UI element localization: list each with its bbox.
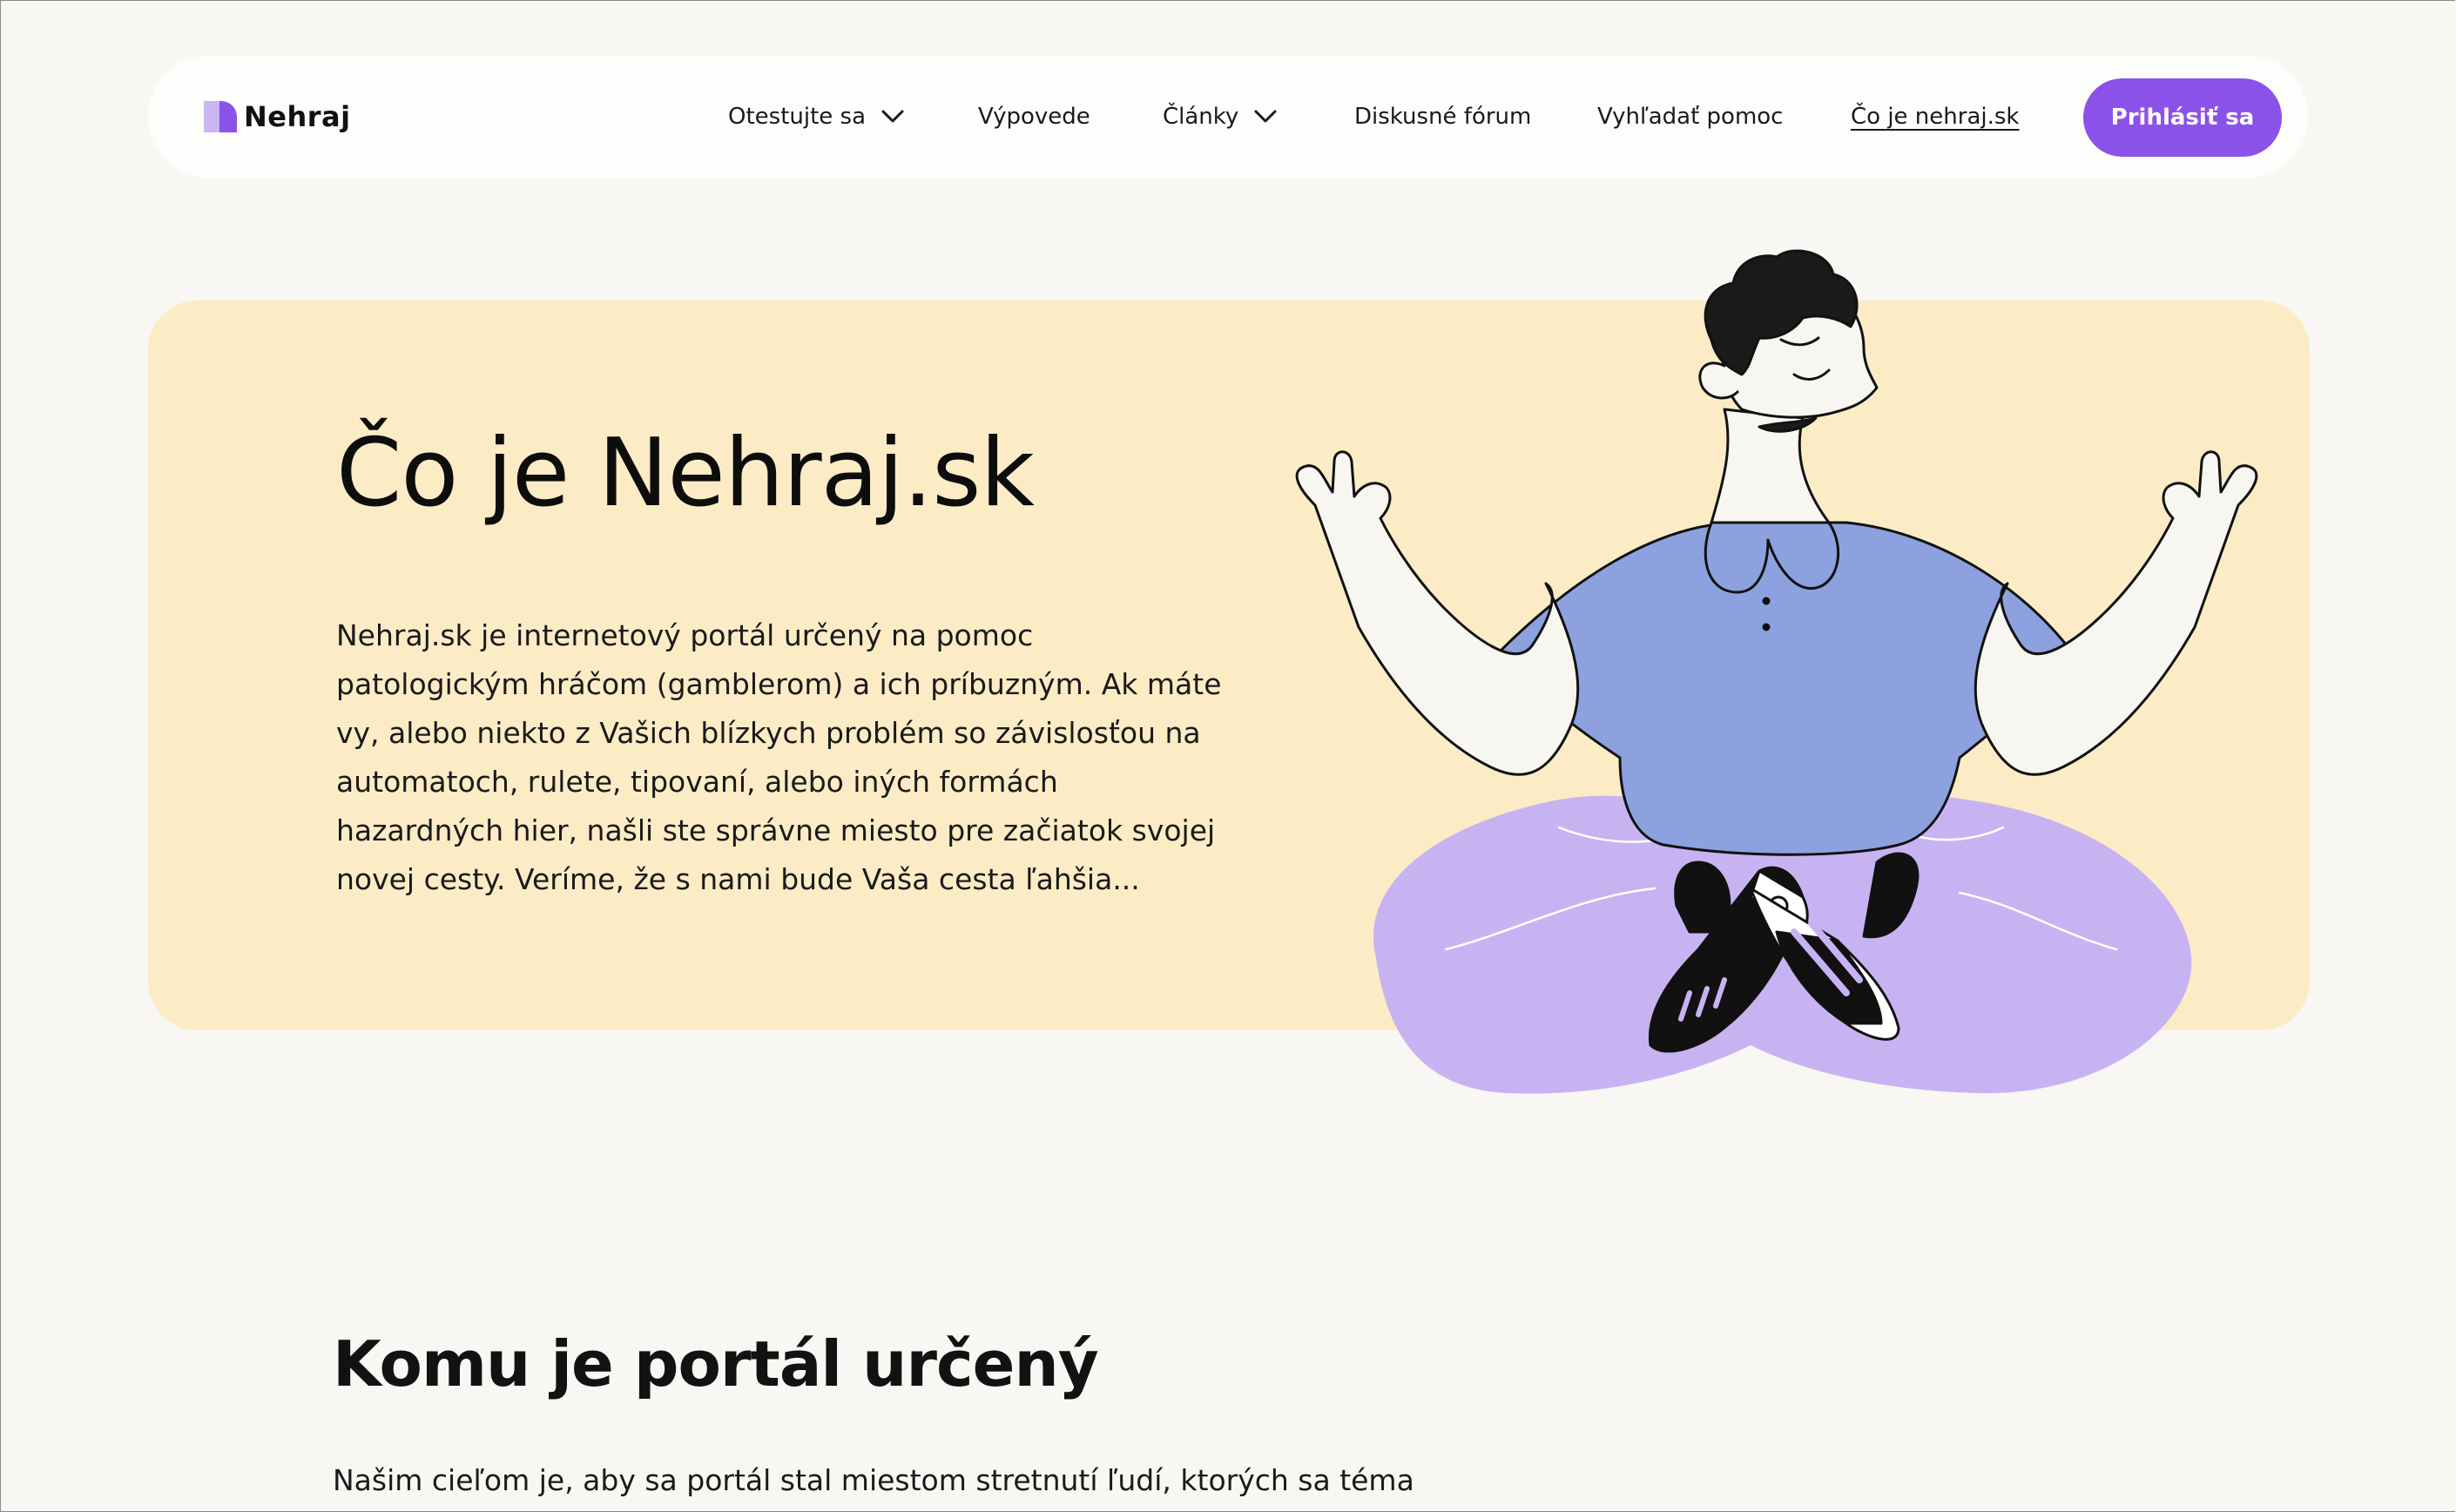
nav-item-vypovede[interactable]: Výpovede bbox=[978, 99, 1090, 134]
logo-mark-icon bbox=[204, 101, 237, 132]
nav-item-diskusne-forum[interactable]: Diskusné fórum bbox=[1354, 99, 1531, 134]
nav-item-clanky[interactable]: Články bbox=[1163, 99, 1277, 134]
chevron-down-icon bbox=[881, 104, 904, 130]
page-title: Čo je Nehraj.sk bbox=[336, 419, 1035, 528]
nav-item-otestujte-sa[interactable]: Otestujte sa bbox=[728, 99, 904, 134]
nav-item-label: Výpovede bbox=[978, 104, 1090, 130]
hero-description: Nehraj.sk je internetový portál určený n… bbox=[336, 618, 1222, 896]
section-title: Komu je portál určený bbox=[333, 1327, 1099, 1401]
nav-item-vyhladat-pomoc[interactable]: Vyhľadať pomoc bbox=[1597, 99, 1783, 134]
top-navigation: Nehraj Otestujte sa Výpovede Články Disk… bbox=[148, 56, 2308, 178]
section-text: Našim cieľom je, aby sa portál stal mies… bbox=[333, 1463, 1414, 1497]
login-button[interactable]: Prihlásiť sa bbox=[2083, 78, 2282, 157]
nav-item-label: Články bbox=[1163, 104, 1239, 130]
meditating-person-illustration bbox=[1237, 235, 2299, 1106]
nav-item-label: Čo je nehraj.sk bbox=[1851, 104, 2020, 130]
chevron-down-icon bbox=[1254, 104, 1277, 130]
nav-item-label: Otestujte sa bbox=[728, 104, 867, 130]
nav-item-label: Diskusné fórum bbox=[1354, 104, 1532, 130]
nav-item-label: Vyhľadať pomoc bbox=[1597, 104, 1784, 130]
logo[interactable]: Nehraj bbox=[204, 100, 351, 133]
nav-item-co-je-nehraj[interactable]: Čo je nehraj.sk bbox=[1851, 99, 2019, 134]
logo-text: Nehraj bbox=[244, 100, 351, 133]
